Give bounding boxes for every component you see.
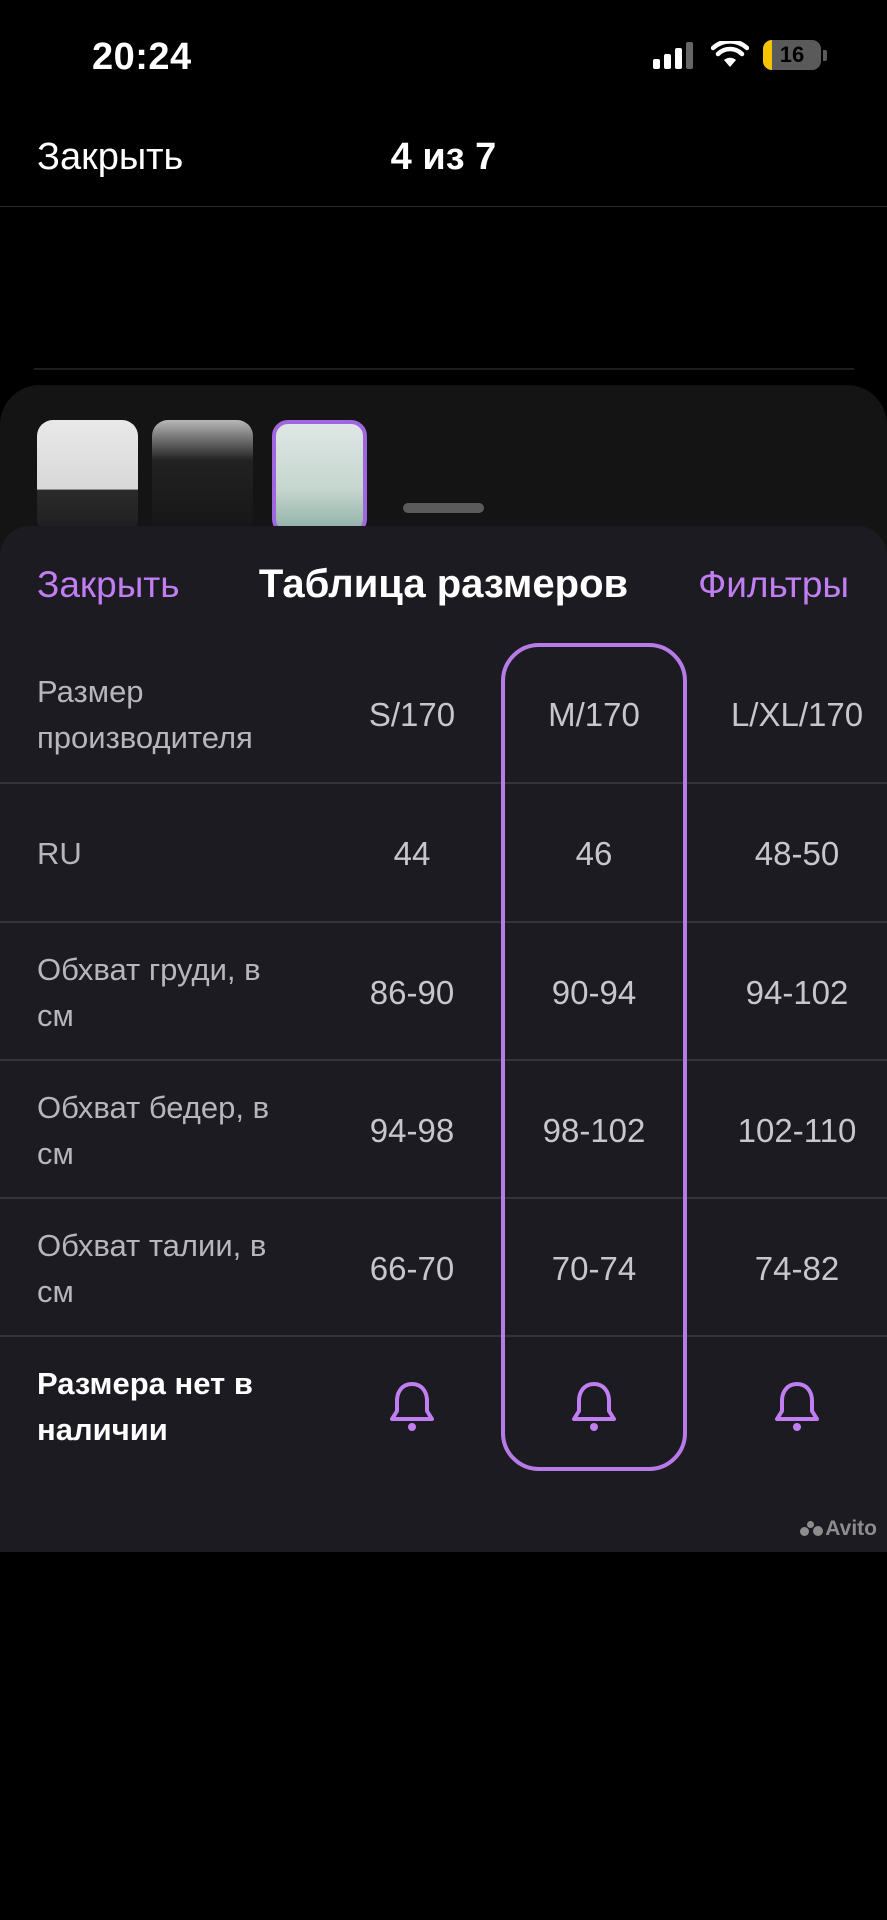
bell-icon bbox=[572, 1381, 616, 1431]
image-counter: 4 из 7 bbox=[390, 136, 497, 178]
table-cell: 46 bbox=[575, 834, 613, 872]
avito-watermark: Avito bbox=[800, 1517, 877, 1541]
row-label: Обхват бедер, в см bbox=[37, 1089, 270, 1171]
table-cell: 70-74 bbox=[551, 1249, 637, 1287]
table-row-manufacturer-size: Размер производителя S/170 M/170 L/XL/17… bbox=[0, 645, 887, 784]
table-row-waist: Обхват талии, в см 66-70 70-74 74-82 bbox=[0, 1197, 887, 1338]
thumbnail-1[interactable] bbox=[37, 420, 138, 535]
table-cell: 102-110 bbox=[737, 1111, 857, 1149]
status-icons: 16 bbox=[653, 40, 827, 70]
status-time: 20:24 bbox=[92, 36, 192, 78]
wifi-icon bbox=[711, 41, 749, 67]
status-bar: 20:24 16 bbox=[0, 0, 887, 110]
row-label: Обхват груди, в см bbox=[37, 951, 261, 1033]
cellular-signal-icon bbox=[653, 42, 693, 69]
row-label: RU bbox=[37, 835, 82, 871]
sheet-header: Закрыть Таблица размеров Фильтры bbox=[0, 526, 887, 646]
bell-icon bbox=[390, 1381, 434, 1431]
table-cell: 48-50 bbox=[754, 834, 840, 872]
size-header-m[interactable]: M/170 bbox=[548, 696, 640, 734]
table-cell: 44 bbox=[393, 834, 431, 872]
thumbnail-2[interactable] bbox=[152, 420, 253, 535]
bell-icon bbox=[775, 1381, 819, 1431]
table-cell: 98-102 bbox=[542, 1111, 646, 1149]
size-header-lxl[interactable]: L/XL/170 bbox=[731, 696, 863, 734]
row-label: Размер производителя bbox=[37, 673, 253, 755]
table-cell: 90-94 bbox=[551, 973, 637, 1011]
table-cell: 86-90 bbox=[369, 973, 455, 1011]
battery-indicator: 16 bbox=[763, 40, 821, 70]
not-available-label: Размера нет в наличии bbox=[37, 1365, 253, 1447]
table-cell: 74-82 bbox=[754, 1249, 840, 1287]
table-row-ru: RU 44 46 48-50 bbox=[0, 782, 887, 923]
battery-tip bbox=[823, 49, 827, 61]
drag-handle[interactable] bbox=[403, 503, 484, 513]
avito-watermark-text: Avito bbox=[825, 1517, 877, 1540]
table-cell: 94-98 bbox=[369, 1111, 455, 1149]
gallery-top-bar: Закрыть 4 из 7 bbox=[0, 110, 887, 207]
avito-logo-icon bbox=[800, 1521, 824, 1537]
table-cell: 66-70 bbox=[369, 1249, 455, 1287]
divider bbox=[34, 368, 854, 370]
size-header-s[interactable]: S/170 bbox=[369, 696, 455, 734]
row-label: Обхват талии, в см bbox=[37, 1227, 267, 1309]
table-row-availability: Размера нет в наличии bbox=[0, 1335, 887, 1476]
filters-button[interactable]: Фильтры bbox=[698, 564, 849, 606]
table-row-hips: Обхват бедер, в см 94-98 98-102 102-110 bbox=[0, 1059, 887, 1200]
table-row-chest: Обхват груди, в см 86-90 90-94 94-102 bbox=[0, 921, 887, 1062]
notify-button-m[interactable] bbox=[570, 1380, 618, 1434]
notify-button-s[interactable] bbox=[388, 1380, 436, 1434]
battery-level: 16 bbox=[779, 42, 805, 67]
notify-button-lxl[interactable] bbox=[773, 1380, 821, 1434]
thumbnail-3-selected[interactable] bbox=[272, 420, 367, 535]
table-cell: 94-102 bbox=[745, 973, 849, 1011]
